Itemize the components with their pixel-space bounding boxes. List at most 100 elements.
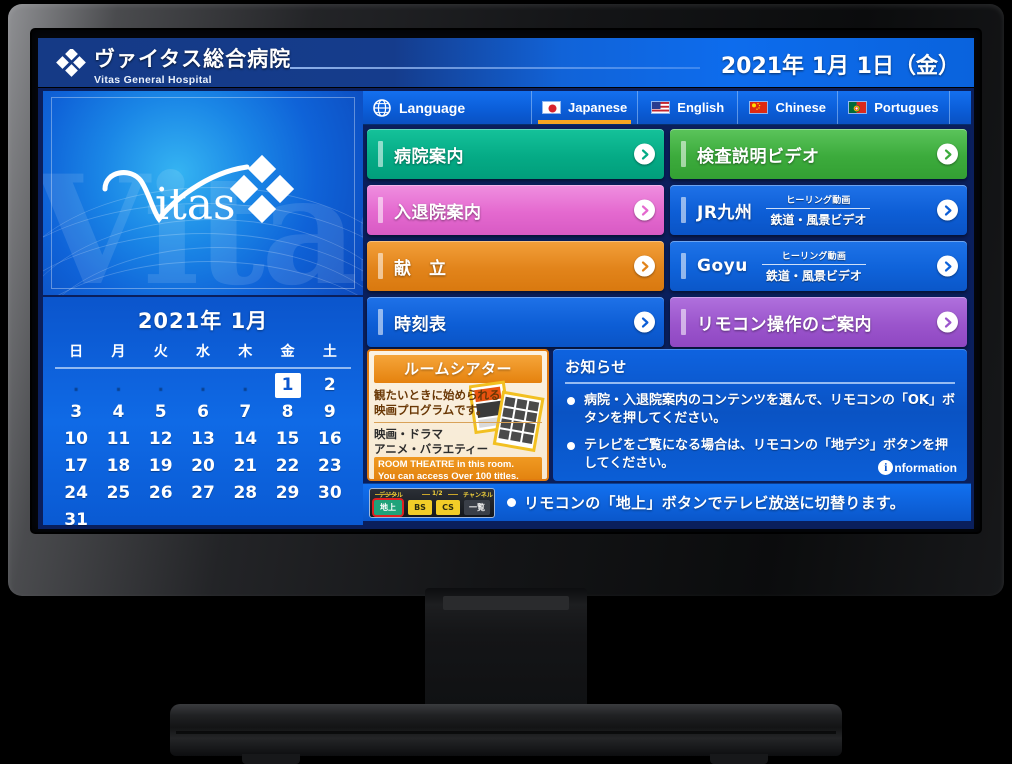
language-tab-label: Portugues [874,100,939,115]
flag-china-icon [749,101,769,114]
remote-button-chijo[interactable]: 地上 [374,499,402,515]
monitor-neck [425,588,587,706]
menu-button-label: Goyu [697,256,748,276]
calendar-blank-cell: . [157,375,164,395]
four-diamond-mark-icon: itas [97,153,311,237]
menu-accent-bar [681,253,686,279]
calendar-blank-cell: . [242,375,249,395]
chevron-right-icon [937,311,958,333]
flag-usa-icon [651,101,671,114]
calendar-day-17: 17 [64,456,88,476]
room-theatre-genres: 映画・ドラマ アニメ・バラエティー [374,422,542,457]
notice-panel: お知らせ 病院・入退院案内のコンテンツを選んで、リモコンの「OK」ボタンを押して… [553,349,967,481]
notice-bullet [567,441,575,450]
calendar-day-22: 22 [275,456,300,476]
remote-button-bs[interactable]: BS [408,499,432,515]
menu-accent-bar [681,197,686,223]
menu-button-subtitle-rule [766,207,871,209]
main-menu-grid: 病院案内 検査説明ビデオ 入退院案内 JR九州 ヒーリング動画 鉄道・風景ビデオ献 立 Go… [363,127,971,347]
left-column: Vitas itas [43,91,363,529]
room-theatre-en-line1: ROOM THEATRE in this room. [378,459,514,471]
diamond-cluster-logo-icon [56,47,86,77]
information-label: nformation [894,460,957,475]
menu-button-subtitle-bottom: 鉄道・風景ビデオ [770,212,867,227]
language-label: Language [399,99,466,116]
menu-accent-bar [378,141,383,167]
calendar-day-29: 29 [275,483,300,503]
room-theatre-panel[interactable]: ルームシアター 観たいときに始められる 映画プログラムです。 映画・ドラマ アニ… [367,349,549,481]
remote-caption-half: 1/2 [432,489,443,497]
calendar-day-26: 26 [148,483,173,503]
remote-button-list[interactable]: 一覧 [464,499,490,515]
menu-button-5[interactable]: Goyu ヒーリング動画 鉄道・風景ビデオ [670,241,967,291]
menu-button-subtitle-top: ヒーリング動画 [781,251,847,262]
calendar-day-16: 16 [318,429,342,449]
menu-button-4[interactable]: 献 立 [367,241,664,291]
chevron-right-icon [937,255,958,277]
language-bar: Language Japanese English Chinese Portugues [363,91,971,125]
language-tab-english[interactable]: English [637,91,737,124]
remote-channel-buttons[interactable]: デジタル 1/2 チャンネル 地上 BS CS 一覧 [369,487,495,518]
language-tab-chinese[interactable]: Chinese [737,91,837,124]
calendar-day-5: 5 [154,402,167,422]
status-bar: デジタル 1/2 チャンネル 地上 BS CS 一覧 リモコンの「地上」ボタンで… [363,483,971,521]
calendar-day-13: 13 [191,429,215,449]
notice-bullet [567,397,575,405]
menu-button-subtitle-top: ヒーリング動画 [786,195,851,206]
chevron-right-icon [634,199,655,221]
calendar-day-23: 23 [318,456,342,476]
calendar-weekday-1: 月 [111,344,126,360]
chevron-right-icon [634,311,655,333]
menu-button-1[interactable]: 検査説明ビデオ [670,129,967,179]
notice-item-0: 病院・入退院案内のコンテンツを選んで、リモコンの「OK」ボタンを押してください。 [565,392,955,428]
menu-button-label: リモコン操作のご案内 [697,314,872,335]
calendar-day-28: 28 [233,483,258,503]
status-bullet [507,498,516,507]
menu-button-2[interactable]: 入退院案内 [367,185,664,235]
monitor-device: ヴァイタス総合病院 Vitas General Hospital 2021年 1… [0,0,1012,764]
svg-text:itas: itas [155,179,236,230]
chevron-right-icon [937,143,958,165]
calendar-day-11: 11 [106,429,131,449]
menu-button-subtitle-group: ヒーリング動画鉄道・風景ビデオ [766,193,871,228]
calendar-day-31: 31 [64,510,88,529]
remote-button-cs[interactable]: CS [436,499,460,515]
monitor-base [170,704,842,764]
menu-button-label: 入退院案内 [394,202,482,223]
calendar-day-24: 24 [64,483,88,503]
status-message: リモコンの「地上」ボタンでテレビ放送に切替ります。 [524,494,906,512]
calendar-blank-cell: . [115,375,122,395]
menu-button-subtitle-rule [761,263,866,265]
hospital-identity: ヴァイタス総合病院 Vitas General Hospital [94,43,291,86]
calendar-days-grid: ..... 1 2 3 4 5 6 7 8 9 10 11 12 13 14 15 16 17 18 19 20 21 22… [55,373,351,529]
calendar-weekday-header: 日月火水木金土 [55,341,351,367]
monitor-base-groove [176,731,836,734]
language-tab-japanese[interactable]: Japanese [531,91,637,124]
globe-icon [373,98,391,117]
language-tab-label: Chinese [775,100,827,115]
room-theatre-desc-line1: 観たいときに始められる [374,388,501,402]
current-date: 2021年 1月 1日（金） [720,54,960,79]
menu-button-6[interactable]: 時刻表 [367,297,664,347]
language-tabs: Japanese English Chinese Portugues [531,91,971,124]
menu-button-3[interactable]: JR九州 ヒーリング動画 鉄道・風景ビデオ [670,185,967,235]
menu-accent-bar [378,309,383,335]
menu-button-subtitle-group: ヒーリング動画 鉄道・風景ビデオ [761,249,866,284]
menu-button-label: 時刻表 [394,314,447,335]
calendar-day-3: 3 [70,402,83,422]
calendar-weekday-3: 水 [195,344,210,360]
language-tab-label: Japanese [568,100,628,115]
menu-accent-bar [681,141,686,167]
menu-button-0[interactable]: 病院案内 [367,129,664,179]
language-tab-portugues[interactable]: Portugues [837,91,950,124]
room-theatre-en-line2: You can access Over 100 titles. [378,470,519,481]
menu-button-7[interactable]: リモコン操作のご案内 [670,297,967,347]
calendar-day-20: 20 [191,456,215,476]
language-label-group: Language [363,91,531,124]
calendar-panel: 2021年 1月 日月火水木金土 ..... 1 2 3 4 5 6 7 8 9 10 11 12 13 1… [43,297,363,529]
calendar-day-14: 14 [233,429,258,449]
calendar-day-6: 6 [197,402,209,422]
hospital-name-en: Vitas General Hospital [94,74,212,86]
calendar-day-10: 10 [64,429,88,449]
flag-japan-icon [542,101,561,114]
